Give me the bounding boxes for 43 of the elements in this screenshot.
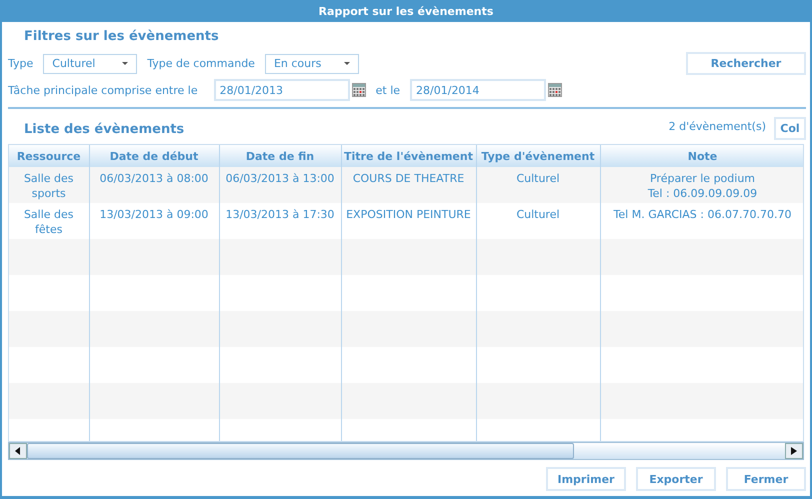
table-cell: 13/03/2013 à 17:30: [219, 203, 341, 239]
field-label: Tâche principale comprise entre le: [8, 84, 198, 96]
table-cell: Préparer le podium Tel : 06.09.09.09.09: [600, 167, 803, 203]
scroll-left-icon[interactable]: [9, 443, 27, 459]
scroll-right-icon[interactable]: [785, 443, 803, 459]
column-header[interactable]: Ressource: [9, 145, 89, 167]
date-field[interactable]: 28/01/2014: [410, 79, 546, 101]
action-button[interactable]: Exporter: [636, 467, 716, 491]
search-button[interactable]: Rechercher: [686, 52, 806, 75]
result-count: 2 d'évènement(s): [668, 120, 766, 133]
table-cell: 13/03/2013 à 09:00: [89, 203, 219, 239]
window-title: Rapport sur les évènements: [318, 4, 494, 20]
table-cell: EXPOSITION PEINTURE: [341, 203, 476, 239]
caret-icon: [344, 62, 350, 65]
calendar-icon[interactable]: [548, 83, 562, 97]
action-button[interactable]: Imprimer: [546, 467, 626, 491]
field-label: Type de commande: [147, 57, 255, 70]
table-cell: Salle des fêtes: [9, 203, 89, 239]
table-cell: Salle des sports: [9, 167, 89, 203]
column-header[interactable]: Note: [600, 145, 803, 167]
scroll-thumb[interactable]: [27, 443, 574, 459]
dropdown[interactable]: Culturel: [43, 54, 138, 74]
column-header[interactable]: Date de début: [89, 145, 219, 167]
table-cell: 06/03/2013 à 13:00: [219, 167, 341, 203]
column-header[interactable]: Titre de l'évènement: [341, 145, 476, 167]
caret-icon: [122, 62, 128, 65]
section-title: Filtres sur les évènements: [23, 29, 220, 45]
table-cell: Culturel: [476, 203, 600, 239]
columns-button[interactable]: Col: [774, 117, 806, 140]
table-cell: 06/03/2013 à 08:00: [89, 167, 219, 203]
dropdown[interactable]: En cours: [264, 54, 359, 74]
date-field[interactable]: 28/01/2013: [214, 79, 350, 101]
column-header[interactable]: Type d'évènement: [476, 145, 600, 167]
horizontal-scrollbar[interactable]: [8, 442, 804, 460]
table-cell: Tel M. GARCIAS : 06.07.70.70.70: [600, 203, 803, 239]
section-title: Liste des évènements: [23, 122, 184, 138]
table-cell: Culturel: [476, 167, 600, 203]
column-header[interactable]: Date de fin: [219, 145, 341, 167]
field-label: et le: [376, 84, 400, 96]
action-button[interactable]: Fermer: [726, 467, 806, 491]
table-cell: COURS DE THEATRE: [341, 167, 476, 203]
field-label: Type: [8, 57, 34, 70]
calendar-icon[interactable]: [352, 83, 366, 97]
